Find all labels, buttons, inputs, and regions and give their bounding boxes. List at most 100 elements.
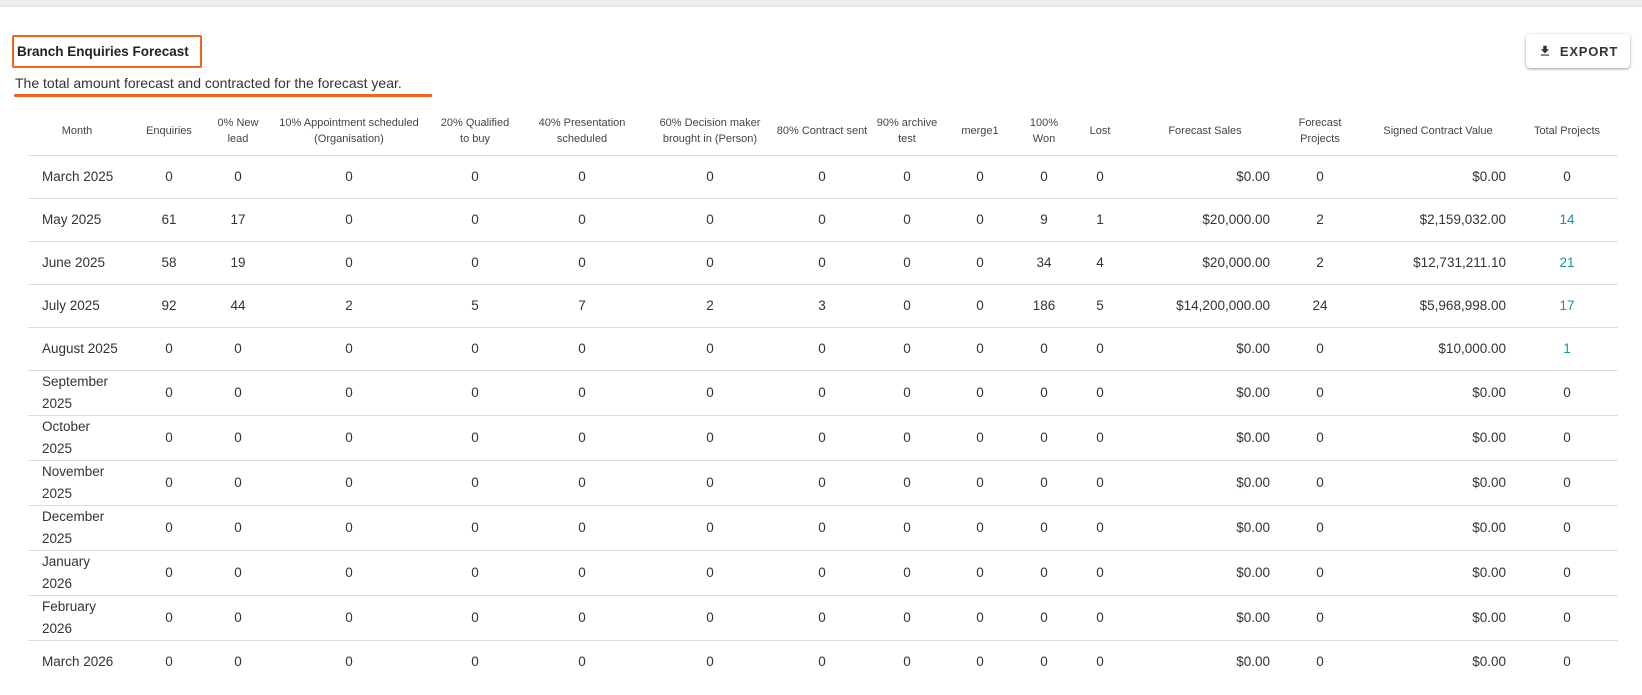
table-cell: 0 — [772, 460, 872, 506]
table-cell: 0 — [264, 505, 434, 551]
table-cell: $5,968,998.00 — [1360, 284, 1516, 328]
table-cell: 0 — [1563, 653, 1571, 669]
table-cell: 2 — [1280, 241, 1360, 285]
table-cell: 0 — [872, 370, 942, 416]
table-cell: 0 — [434, 370, 516, 416]
table-cell: 0 — [345, 653, 353, 669]
table-cell: $0.00 — [1130, 370, 1280, 416]
table-cell: 0 — [818, 653, 826, 669]
table-cell: $0.00 — [1360, 505, 1516, 551]
table-cell: 0 — [126, 550, 212, 596]
table-cell: 0 — [648, 327, 772, 371]
table-cell: 0 — [516, 460, 648, 506]
table-cell: January 2026 — [28, 550, 126, 596]
table-cell: 0 — [264, 155, 434, 199]
table-cell: $0.00 — [1360, 155, 1516, 199]
table-cell: 0 — [126, 505, 212, 551]
table-cell: 2 — [648, 284, 772, 328]
table-cell: 0 — [872, 415, 942, 461]
table-cell: $0.00 — [1360, 415, 1516, 461]
table-cell: 0 — [706, 653, 714, 669]
table-cell: 0 — [516, 327, 648, 371]
table-cell: December 2025 — [28, 505, 126, 551]
table-cell: 9 — [1018, 198, 1070, 242]
table-cell: 0 — [772, 198, 872, 242]
table-cell: 0 — [1018, 595, 1070, 641]
column-header: Enquiries — [126, 107, 212, 156]
table-cell: 0 — [1018, 415, 1070, 461]
table-row: May 2025 61 17 0 0 0 0 0 0 0 9 1 $20,000.00 2 $2,159,0… — [28, 198, 1618, 242]
table-cell: $0.00 — [1130, 595, 1280, 641]
table-cell: 0 — [942, 241, 1018, 285]
table-cell: $0.00 — [1360, 460, 1516, 506]
table-cell: 0 — [126, 460, 212, 506]
table-cell: 0 — [1316, 653, 1324, 669]
table-cell: 0 — [872, 284, 942, 328]
table-cell: 0 — [648, 198, 772, 242]
table-cell: June 2025 — [28, 241, 126, 285]
table-cell: 0 — [1070, 595, 1130, 641]
table-cell: 0 — [648, 550, 772, 596]
table-header-row: Month Enquiries 0% New lead 10% Appointment… — [28, 107, 1618, 156]
column-header: Total Projects — [1516, 107, 1618, 156]
table-cell: 0 — [434, 241, 516, 285]
table-cell: 0 — [1516, 370, 1618, 416]
table-cell: 0 — [772, 155, 872, 199]
export-button[interactable]: EXPORT — [1526, 34, 1630, 68]
table-cell: 0 — [872, 327, 942, 371]
table-cell: 0 — [976, 653, 984, 669]
table-cell: 0 — [872, 505, 942, 551]
table-cell: 0 — [1070, 415, 1130, 461]
table-cell: 0 — [1018, 327, 1070, 371]
table-row: July 2025 92 44 2 5 7 2 3 0 0 186 5 $14,200,000.00 24… — [28, 284, 1618, 328]
table-cell: $0.00 — [1360, 550, 1516, 596]
table-cell: 0 — [264, 595, 434, 641]
table-cell: 0 — [1516, 460, 1618, 506]
table-cell: 0 — [1516, 550, 1618, 596]
table-cell: 0 — [434, 415, 516, 461]
table-cell: 0 — [772, 415, 872, 461]
table-cell: 0 — [264, 241, 434, 285]
table-cell: $0.00 — [1236, 653, 1270, 669]
total-projects-link[interactable]: 1 — [1516, 327, 1618, 371]
table-cell: $10,000.00 — [1360, 327, 1516, 371]
table-body: March 2025 0 0 0 0 0 0 0 0 0 0 0 $0.00 0 $0.00 0 May 202… — [28, 155, 1618, 683]
table-cell: May 2025 — [28, 198, 126, 242]
total-projects-link[interactable]: 21 — [1516, 241, 1618, 285]
table-cell: 0 — [264, 550, 434, 596]
download-icon — [1540, 45, 1549, 56]
table-cell: 0 — [1070, 370, 1130, 416]
column-header: 100% Won — [1018, 107, 1070, 156]
table-cell: 34 — [1018, 241, 1070, 285]
table-cell: 0 — [212, 505, 264, 551]
table-cell: $0.00 — [1130, 550, 1280, 596]
table-cell: 0 — [872, 460, 942, 506]
table-cell: February 2026 — [28, 595, 126, 641]
table-cell: $0.00 — [1130, 460, 1280, 506]
table-cell: 0 — [434, 155, 516, 199]
table-cell: 0 — [942, 198, 1018, 242]
table-cell: 0 — [648, 595, 772, 641]
table-cell: 0 — [942, 505, 1018, 551]
table-cell: 44 — [212, 284, 264, 328]
table-cell: 0 — [1070, 505, 1130, 551]
table-cell: 0 — [1280, 415, 1360, 461]
total-projects-link[interactable]: 17 — [1516, 284, 1618, 328]
table-cell: 61 — [126, 198, 212, 242]
total-projects-link[interactable]: 14 — [1516, 198, 1618, 242]
table-cell: 0 — [126, 415, 212, 461]
table-cell: 0 — [434, 198, 516, 242]
table-cell: 0 — [1070, 327, 1130, 371]
table-cell: 0 — [872, 155, 942, 199]
table-cell: 0 — [1280, 155, 1360, 199]
table-cell: 0 — [648, 370, 772, 416]
table-cell: 0 — [434, 327, 516, 371]
table-cell: 0 — [212, 595, 264, 641]
column-header: 90% archive test — [872, 107, 942, 156]
table-cell: 0 — [212, 370, 264, 416]
table-cell: 0 — [212, 460, 264, 506]
table-cell: 0 — [1280, 550, 1360, 596]
table-cell: 186 — [1018, 284, 1070, 328]
table-cell: 2 — [1280, 198, 1360, 242]
table-cell: 0 — [1516, 595, 1618, 641]
